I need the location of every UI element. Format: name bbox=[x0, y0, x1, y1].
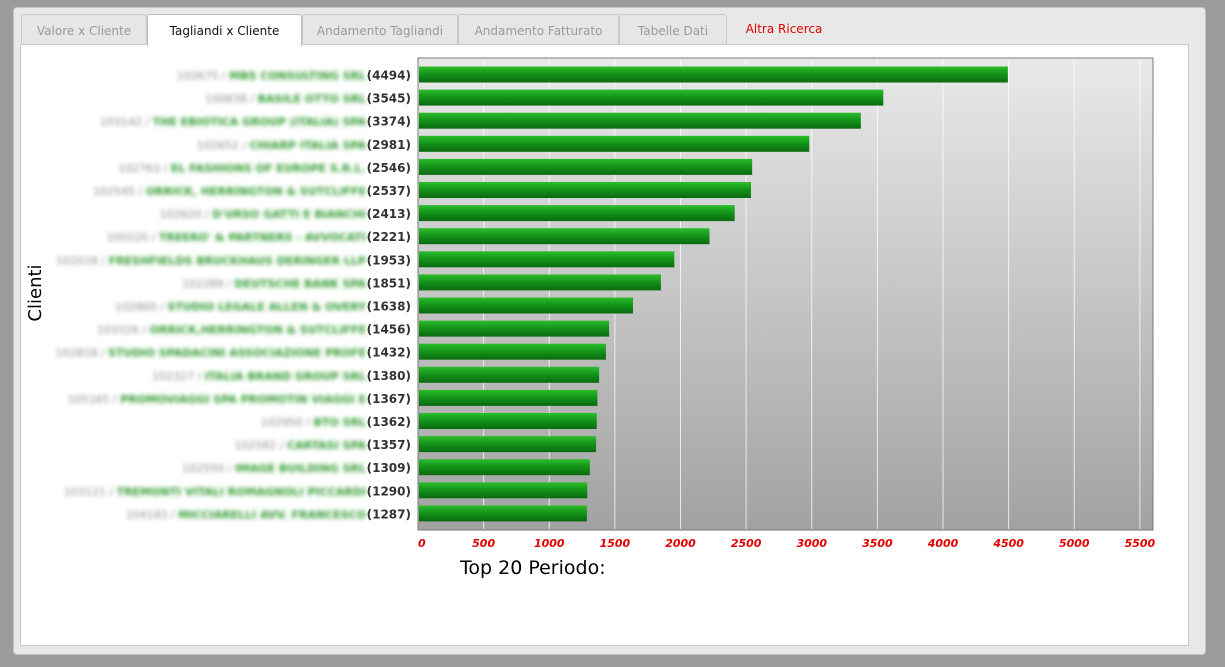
bar-value-label: (1290) bbox=[367, 484, 411, 498]
bar-value-label: (1357) bbox=[367, 438, 411, 452]
bar-value-label: (2413) bbox=[367, 207, 411, 221]
category-label: 102018 / FRESHFIELDS BRUCKHAUS DERINGER … bbox=[56, 254, 366, 267]
bar-value-label: (1309) bbox=[367, 461, 411, 475]
x-tick-label: 5000 bbox=[1059, 537, 1090, 550]
x-tick-label: 0 bbox=[418, 537, 426, 550]
bar-chart: (4494)102675 / MBS CONSULTING SRL(3545)1… bbox=[25, 57, 1156, 579]
category-label: 103121 / TREMONTI VITALI ROMAGNOLI PICCA… bbox=[64, 485, 366, 498]
x-tick-label: 1500 bbox=[600, 537, 631, 550]
bar-value-label: (1380) bbox=[367, 369, 411, 383]
x-tick-label: 1000 bbox=[534, 537, 565, 550]
category-label: 102582 / CARTASI SPA bbox=[234, 439, 366, 452]
chart-title: Top 20 Periodo: bbox=[459, 557, 606, 579]
bar bbox=[419, 112, 861, 129]
bar bbox=[419, 505, 587, 522]
bar bbox=[419, 228, 710, 245]
bar-value-label: (1851) bbox=[367, 276, 411, 290]
bar-value-label: (2546) bbox=[367, 161, 411, 175]
category-label: 102289 / DEUTSCHE BANK SPA bbox=[182, 277, 367, 290]
category-label: 102763 / EL FASHIONS OF EUROPE S.R.L. bbox=[118, 162, 366, 175]
bar-value-label: (3545) bbox=[367, 92, 411, 106]
category-label: 102327 / ITALIA BRAND GROUP SRL bbox=[152, 370, 366, 383]
bar bbox=[419, 135, 810, 152]
bar bbox=[419, 343, 606, 360]
bar bbox=[419, 459, 590, 476]
bar bbox=[419, 436, 597, 453]
category-label: 102550 / IMAGE BUILDING SRL bbox=[182, 462, 366, 475]
category-label: 103326 / ORRICK,HERRINGTON & SUTCLIFFE bbox=[97, 324, 366, 337]
bar-value-label: (1638) bbox=[367, 300, 411, 314]
category-label: 102545 / ORRICK, HERRINGTON & SUTCLIFFE bbox=[93, 185, 366, 198]
bar-value-label: (4494) bbox=[367, 69, 411, 83]
bar bbox=[419, 89, 884, 106]
bar bbox=[419, 182, 751, 198]
bar bbox=[419, 297, 633, 314]
bar-value-label: (2221) bbox=[367, 230, 411, 244]
bar bbox=[419, 205, 735, 222]
bar bbox=[419, 251, 675, 268]
y-axis-label: Clienti bbox=[25, 264, 46, 321]
bar-value-label: (2981) bbox=[367, 138, 411, 152]
bar bbox=[419, 66, 1008, 83]
bar-value-label: (2537) bbox=[367, 184, 411, 198]
x-tick-label: 2000 bbox=[665, 537, 696, 550]
x-tick-label: 4500 bbox=[992, 537, 1024, 550]
bar bbox=[419, 274, 661, 291]
bar-value-label: (1367) bbox=[367, 392, 411, 406]
category-label: 100220 / TREERO' & PARTNERS - AVVOCATI bbox=[106, 231, 366, 244]
bar bbox=[419, 158, 753, 175]
bar bbox=[419, 413, 597, 429]
category-label: 104193 / MICCIARELLI AVV. FRANCESCO bbox=[126, 508, 366, 521]
category-label: 103142 / THE EBIOTICA GROUP (ITALIA) SPA bbox=[100, 116, 367, 129]
x-tick-label: 500 bbox=[472, 537, 495, 550]
x-tick-label: 4000 bbox=[927, 537, 959, 550]
x-tick-label: 5500 bbox=[1125, 537, 1156, 550]
bar-value-label: (3374) bbox=[367, 115, 411, 129]
x-tick-label: 2500 bbox=[731, 537, 762, 550]
bar-value-label: (1953) bbox=[367, 253, 411, 267]
category-label: 102620 / D'URSO GATTI E BIANCHI bbox=[160, 208, 367, 221]
category-label: 102652 / CHIARP ITALIA SPA bbox=[197, 139, 367, 152]
bar-value-label: (1456) bbox=[367, 323, 411, 337]
bar bbox=[419, 482, 588, 499]
category-label: 105165 / PROMOVIAGGI SPA PROMOTIN VIAGGI… bbox=[68, 393, 366, 406]
x-tick-label: 3500 bbox=[862, 537, 893, 550]
bar-value-label: (1287) bbox=[367, 507, 411, 521]
category-label: 102675 / MBS CONSULTING SRL bbox=[176, 70, 366, 83]
bar bbox=[419, 320, 610, 337]
category-label: 102818 / STUDIO SPADACINI ASSOCIAZIONE P… bbox=[55, 347, 366, 360]
x-tick-label: 3000 bbox=[796, 537, 827, 550]
category-label: 100838 / BASILE OTTO SRL bbox=[205, 93, 366, 106]
category-label: 102950 / BTO SRL bbox=[261, 416, 366, 429]
category-label: 102860 / STUDIO LEGALE ALLEN & OVERY bbox=[115, 301, 367, 314]
bar-value-label: (1362) bbox=[367, 415, 411, 429]
bar-value-label: (1432) bbox=[367, 346, 411, 360]
bar bbox=[419, 389, 598, 406]
bar bbox=[419, 366, 600, 383]
